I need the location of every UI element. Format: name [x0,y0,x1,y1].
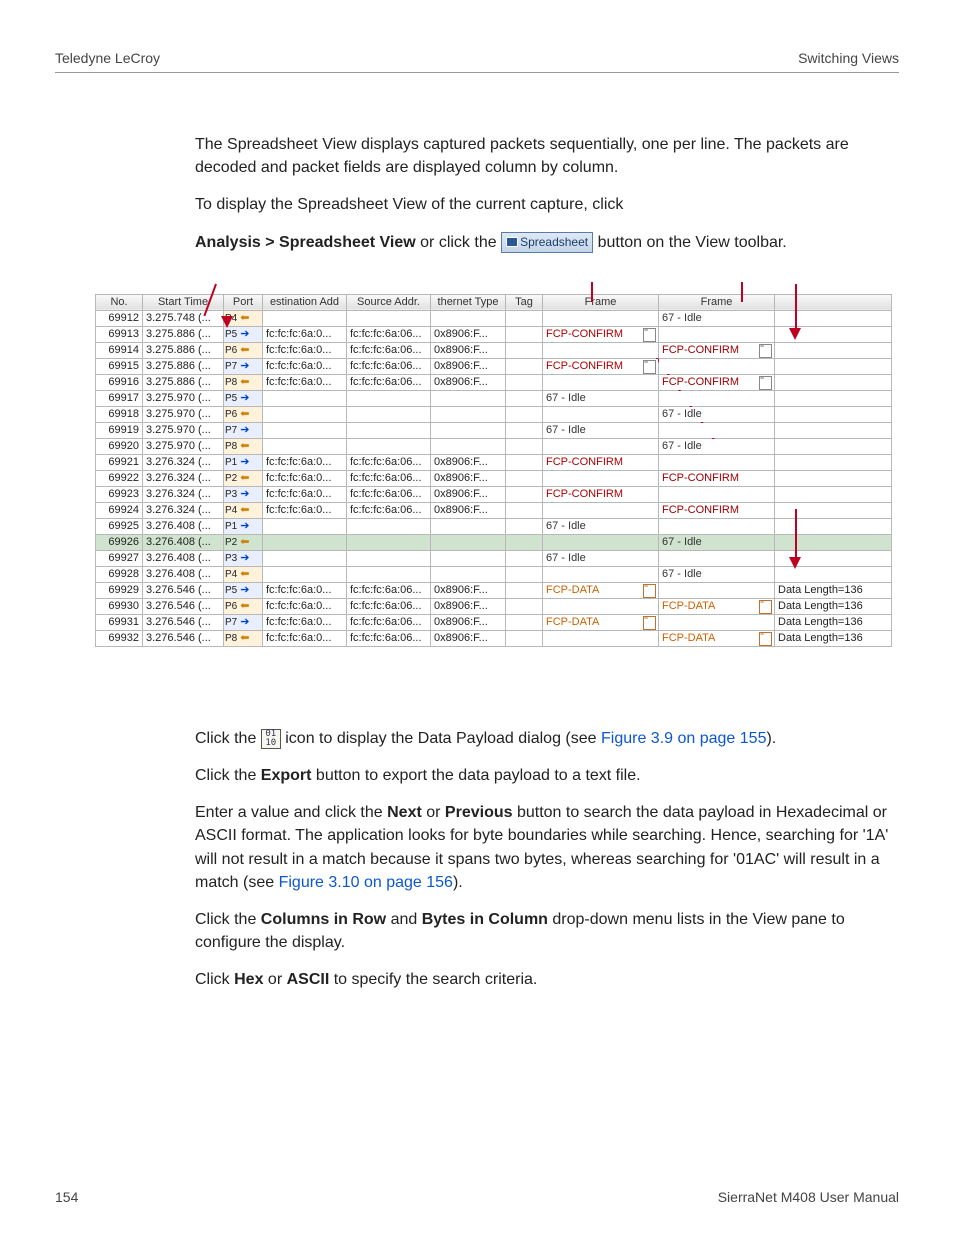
manual-title: SierraNet M408 User Manual [718,1189,899,1205]
table-row[interactable]: 699303.276.546 (...P6 ⬅fc:fc:fc:6a:0...f… [96,598,892,614]
column-header[interactable]: Frame [659,294,775,310]
table-row[interactable]: 699153.275.886 (...P7 ➔fc:fc:fc:6a:0...f… [96,358,892,374]
paragraph: Analysis > Spreadsheet View or click the… [195,231,899,254]
data-icon[interactable]: ≡ [759,344,772,358]
table-row[interactable]: 699143.275.886 (...P6 ⬅fc:fc:fc:6a:0...f… [96,342,892,358]
port-cell: P2 ⬅ [224,470,263,486]
table-row[interactable]: 699233.276.324 (...P3 ➔fc:fc:fc:6a:0...f… [96,486,892,502]
paragraph: Click the 0110 icon to display the Data … [195,727,899,750]
port-cell: P6 ⬅ [224,342,263,358]
port-cell: P5 ➔ [224,390,263,406]
paragraph: Click Hex or ASCII to specify the search… [195,968,899,991]
port-cell: P8 ⬅ [224,374,263,390]
table-row[interactable]: 699223.276.324 (...P2 ⬅fc:fc:fc:6a:0...f… [96,470,892,486]
column-header[interactable] [775,294,892,310]
table-row[interactable]: 699173.275.970 (...P5 ➔67 - Idle [96,390,892,406]
port-cell: P3 ➔ [224,486,263,502]
paragraph: Click the Columns in Row and Bytes in Co… [195,908,899,954]
port-cell: P7 ➔ [224,358,263,374]
table-row[interactable]: 699323.276.546 (...P8 ⬅fc:fc:fc:6a:0...f… [96,630,892,646]
table-row[interactable]: 699273.276.408 (...P3 ➔67 - Idle [96,550,892,566]
port-cell: P7 ➔ [224,422,263,438]
paragraph: Click the Export button to export the da… [195,764,899,787]
table-row[interactable]: 699123.275.748 (...P4 ⬅67 - Idle [96,310,892,326]
paragraph: Enter a value and click the Next or Prev… [195,801,899,894]
port-cell: P6 ⬅ [224,598,263,614]
table-row[interactable]: 699263.276.408 (...P2 ⬅67 - Idle [96,534,892,550]
data-icon[interactable]: ≡ [643,328,656,342]
data-icon[interactable]: ≡ [643,584,656,598]
port-cell: P6 ⬅ [224,406,263,422]
port-cell: P4 ⬅ [224,502,263,518]
column-header[interactable]: Port [224,294,263,310]
table-row[interactable]: 699203.275.970 (...P8 ⬅67 - Idle [96,438,892,454]
page-number: 154 [55,1189,78,1205]
table-row[interactable]: 699183.275.970 (...P6 ⬅67 - Idle [96,406,892,422]
port-cell: P1 ➔ [224,518,263,534]
column-header[interactable]: No. [96,294,143,310]
table-row[interactable]: 699193.275.970 (...P7 ➔67 - Idle [96,422,892,438]
data-payload-icon[interactable]: 0110 [261,729,281,749]
port-cell: P5 ➔ [224,582,263,598]
port-cell: P7 ➔ [224,614,263,630]
table-row[interactable]: 699133.275.886 (...P5 ➔fc:fc:fc:6a:0...f… [96,326,892,342]
port-cell: P8 ⬅ [224,630,263,646]
spreadsheet-button[interactable]: Spreadsheet [501,232,593,253]
table-row[interactable]: 699243.276.324 (...P4 ⬅fc:fc:fc:6a:0...f… [96,502,892,518]
figure-link[interactable]: Figure 3.9 on page 155 [601,730,766,747]
data-icon[interactable]: ≡ [643,616,656,630]
table-row[interactable]: 699163.275.886 (...P8 ⬅fc:fc:fc:6a:0...f… [96,374,892,390]
table-row[interactable]: 699283.276.408 (...P4 ⬅67 - Idle [96,566,892,582]
port-cell: P3 ➔ [224,550,263,566]
figure-link[interactable]: Figure 3.10 on page 156 [279,874,453,891]
data-icon[interactable]: ≡ [759,632,772,646]
column-header[interactable]: Frame [543,294,659,310]
data-icon[interactable]: ≡ [643,360,656,374]
screenshot-table: No.Start TimePortestination AddSource Ad… [95,294,899,647]
table-row[interactable]: 699213.276.324 (...P1 ➔fc:fc:fc:6a:0...f… [96,454,892,470]
port-cell: P1 ➔ [224,454,263,470]
data-icon[interactable]: ≡ [759,600,772,614]
port-cell: P2 ⬅ [224,534,263,550]
port-cell: P8 ⬅ [224,438,263,454]
table-row[interactable]: 699253.276.408 (...P1 ➔67 - Idle [96,518,892,534]
column-header[interactable]: Tag [506,294,543,310]
header-right: Switching Views [798,50,899,66]
paragraph: To display the Spreadsheet View of the c… [195,193,899,216]
data-icon[interactable]: ≡ [759,376,772,390]
menu-path: Analysis > Spreadsheet View [195,234,416,251]
header-left: Teledyne LeCroy [55,50,160,66]
table-row[interactable]: 699293.276.546 (...P5 ➔fc:fc:fc:6a:0...f… [96,582,892,598]
spreadsheet-icon [506,237,518,247]
paragraph: The Spreadsheet View displays captured p… [195,133,899,179]
table-row[interactable]: 699313.276.546 (...P7 ➔fc:fc:fc:6a:0...f… [96,614,892,630]
column-header[interactable]: Source Addr. [347,294,431,310]
column-header[interactable]: thernet Type [431,294,506,310]
port-cell: P4 ⬅ [224,566,263,582]
port-cell: P5 ➔ [224,326,263,342]
column-header[interactable]: estination Add [263,294,347,310]
